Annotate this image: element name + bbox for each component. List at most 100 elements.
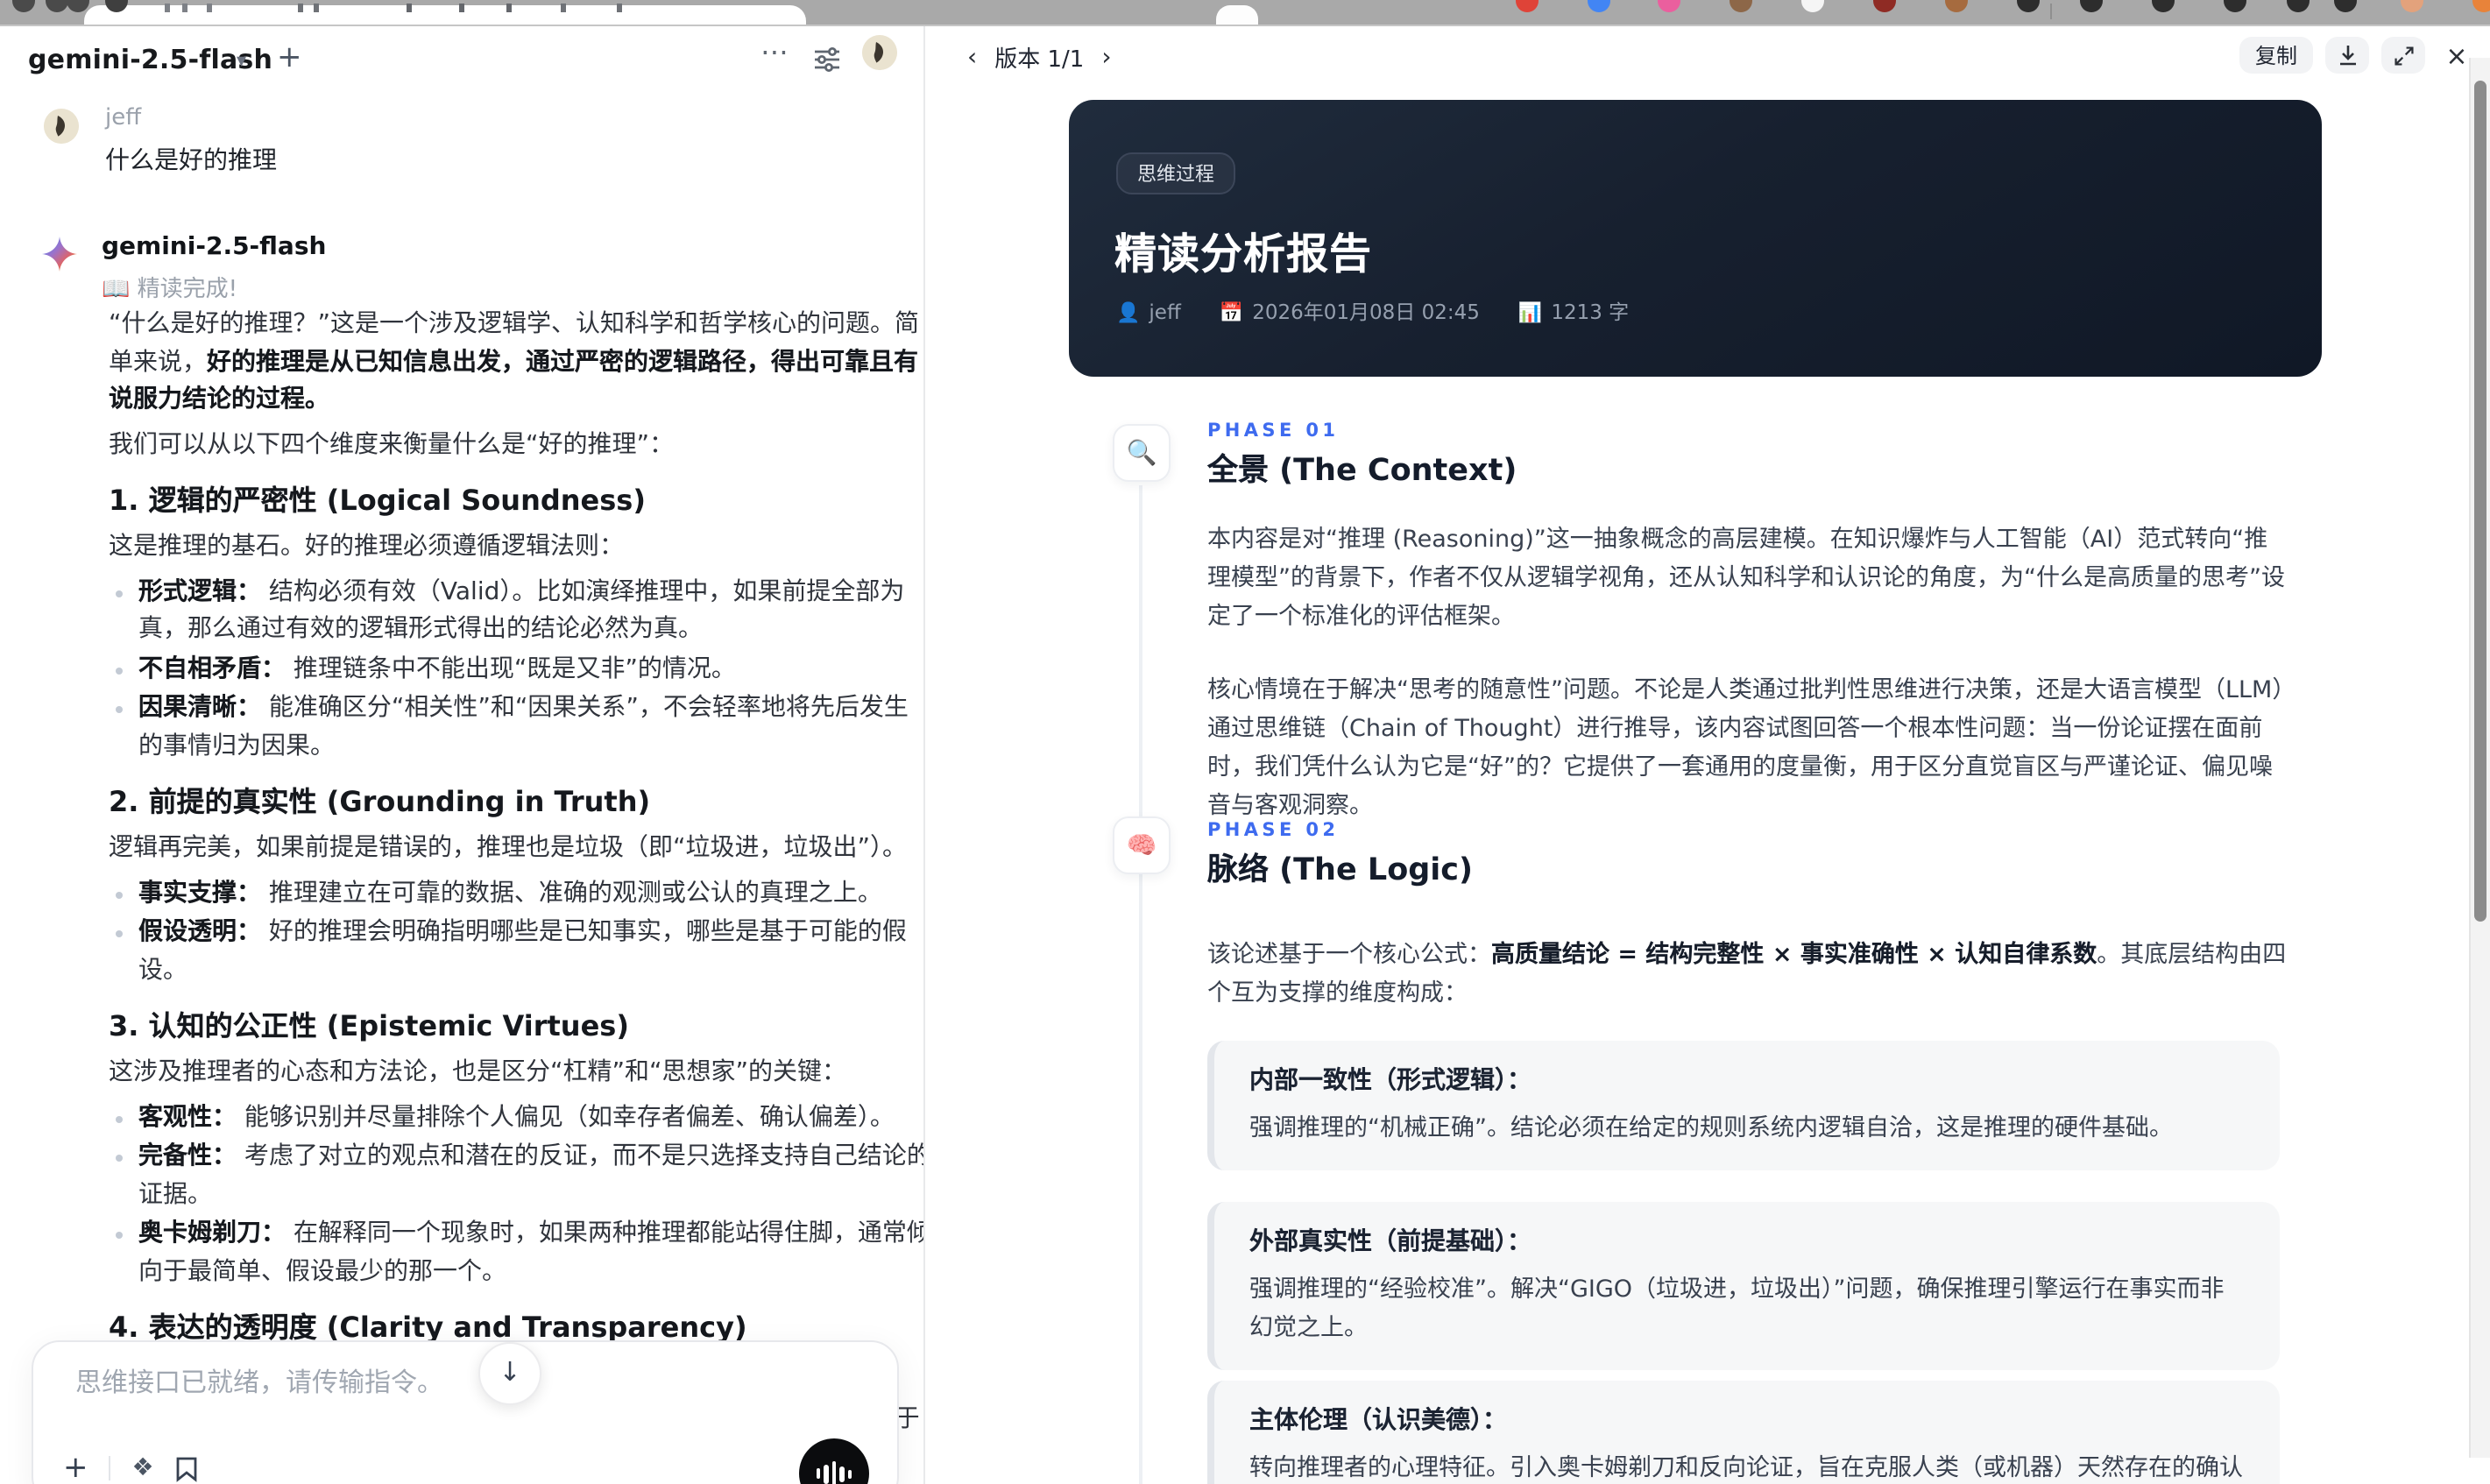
list-item: 事实支撑： 推理建立在可靠的数据、准确的观测或公认的真理之上。 bbox=[109, 875, 923, 913]
brain-icon: 🧠 bbox=[1113, 816, 1171, 874]
paragraph: 该论述基于一个核心公式：高质量结论 = 结构完整性 × 事实准确性 × 认知自律… bbox=[1207, 941, 2287, 1007]
report-meta: 👤 jeff 📅 2026年01月08日 02:45 📊 1213 字 bbox=[1116, 298, 1629, 326]
report-author: 👤 jeff bbox=[1116, 300, 1181, 324]
extension-icon[interactable] bbox=[1873, 0, 1896, 12]
extension-icon[interactable] bbox=[506, 4, 512, 12]
report-title: 精读分析报告 bbox=[1114, 230, 1372, 279]
user-avatar[interactable] bbox=[862, 35, 897, 70]
new-chat-button[interactable]: + bbox=[277, 40, 302, 75]
phase-02-title: 脉络 (The Logic) bbox=[1207, 853, 1474, 888]
expand-fullscreen-icon[interactable] bbox=[2381, 37, 2425, 74]
browser-active-tab[interactable] bbox=[84, 5, 806, 25]
extension-icon[interactable] bbox=[407, 4, 412, 12]
extension-icon[interactable] bbox=[12, 0, 35, 12]
download-icon[interactable] bbox=[2325, 37, 2369, 74]
extension-icon[interactable] bbox=[298, 4, 303, 12]
user-message-text: 什么是好的推理 bbox=[105, 147, 277, 175]
section-3-heading: 3. 认知的公正性 (Epistemic Virtues) bbox=[109, 1009, 629, 1042]
chat-panel: gemini-2.5-flash ▾ + ⋯ jeff 什么是好的推理 gemi… bbox=[0, 26, 923, 1484]
copy-button[interactable]: 复制 bbox=[2239, 37, 2313, 74]
app-window: gemini-2.5-flash ▾ + ⋯ jeff 什么是好的推理 gemi… bbox=[0, 0, 2490, 1484]
extension-icon[interactable] bbox=[2017, 0, 2040, 12]
composer-toolbar: + ❖ bbox=[63, 1453, 198, 1483]
extension-icon[interactable] bbox=[67, 0, 89, 12]
extension-icon[interactable] bbox=[561, 4, 566, 12]
extension-icon[interactable] bbox=[2401, 0, 2423, 12]
bookmark-icon[interactable] bbox=[175, 1455, 198, 1481]
extension-icon[interactable] bbox=[182, 4, 187, 12]
skills-icon[interactable]: ❖ bbox=[132, 1454, 154, 1482]
extension-icon[interactable] bbox=[1588, 0, 1610, 12]
assistant-status: 📖 精读完成! bbox=[102, 277, 238, 303]
list-item: 不自相矛盾： 推理链条中不能出现“既是又非”的情况。 bbox=[109, 651, 923, 689]
chat-scroll-area[interactable]: jeff 什么是好的推理 gemini-2.5-flash 📖 精读完成! “什… bbox=[0, 96, 923, 1484]
extension-icon[interactable] bbox=[2334, 0, 2357, 12]
list-item: 因果清晰： 能准确区分“相关性”和“因果关系”，不会轻率地将先后发生的事情归为因… bbox=[109, 690, 923, 766]
report-badge: 思维过程 bbox=[1116, 152, 1235, 194]
extension-icon[interactable] bbox=[46, 0, 68, 12]
section-1-heading: 1. 逻辑的严密性 (Logical Soundness) bbox=[109, 484, 646, 517]
calendar-icon: 📅 bbox=[1219, 301, 1244, 324]
section-2-list: 事实支撑： 推理建立在可靠的数据、准确的观测或公认的真理之上。 假设透明： 好的… bbox=[109, 875, 923, 990]
version-navigator: ‹ 版本 1/1 › bbox=[967, 40, 1112, 74]
extension-icon[interactable] bbox=[2152, 0, 2175, 12]
section-3-list: 客观性： 能够识别并尽量排除个人偏见（如幸存者偏差、确认偏差）。 完备性： 考虑… bbox=[109, 1099, 923, 1291]
dimension-card-external-truth: 外部真实性（前提基础）： 强调推理的“经验校准”。解决“GIGO（垃圾进，垃圾出… bbox=[1207, 1202, 2280, 1370]
settings-sliders-icon[interactable] bbox=[813, 46, 841, 74]
phase-02-body: 该论述基于一个核心公式：高质量结论 = 结构完整性 × 事实准确性 × 认知自律… bbox=[1207, 936, 2290, 1013]
more-options-button[interactable]: ⋯ bbox=[760, 35, 790, 68]
list-item: 奥卡姆剃刀： 在解释同一个现象时，如果两种推理都能站得住脚，通常倾向于最简单、假… bbox=[109, 1216, 923, 1291]
report-hero-card: 思维过程 精读分析报告 👤 jeff 📅 2026年01月08日 02:45 📊 12… bbox=[1069, 100, 2322, 377]
phase-01-kicker: PHASE 01 bbox=[1207, 420, 1340, 442]
extension-icon[interactable] bbox=[459, 4, 464, 12]
attach-plus-icon[interactable]: + bbox=[63, 1453, 88, 1483]
extension-icon[interactable] bbox=[2050, 4, 2052, 19]
version-label: 版本 1/1 bbox=[994, 47, 1085, 74]
browser-secondary-tab[interactable] bbox=[1216, 5, 1258, 25]
extension-icon[interactable] bbox=[617, 4, 622, 12]
artifact-header: ‹ 版本 1/1 › 复制 × bbox=[925, 26, 2490, 89]
paragraph: 核心情境在于解决“思考的随意性”问题。不论是人类通过批判性思维进行决策，还是大语… bbox=[1207, 676, 2284, 820]
magnifier-icon: 🔍 bbox=[1113, 424, 1171, 482]
assistant-message-header: gemini-2.5-flash 📖 精读完成! bbox=[0, 233, 923, 314]
extension-icon[interactable] bbox=[165, 4, 170, 12]
section-2-heading: 2. 前提的真实性 (Grounding in Truth) bbox=[109, 785, 651, 818]
scroll-to-bottom-button[interactable]: ↓ bbox=[478, 1342, 541, 1405]
phase-02-section: PHASE 02 脉络 (The Logic) 该论述基于一个核心公式：高质量结… bbox=[1207, 820, 2290, 1048]
window-scrollbar-thumb[interactable] bbox=[2474, 81, 2486, 922]
chevron-down-icon[interactable]: ▾ bbox=[237, 49, 246, 72]
person-icon: 👤 bbox=[1116, 301, 1141, 324]
section-1-intro: 这是推理的基石。好的推理必须遵循逻辑法则： bbox=[109, 533, 624, 561]
voice-input-button[interactable] bbox=[799, 1438, 869, 1484]
assistant-name: gemini-2.5-flash bbox=[102, 233, 327, 261]
user-name: jeff bbox=[105, 105, 142, 131]
artifact-panel: ‹ 版本 1/1 › 复制 × 思维过程 精读分析报告 👤 jeff 📅 202… bbox=[925, 26, 2490, 1484]
book-icon: 📖 bbox=[102, 277, 131, 303]
extension-icon[interactable] bbox=[1730, 0, 1752, 12]
list-item: 假设透明： 好的推理会明确指明哪些是已知事实，哪些是基于可能的假设。 bbox=[109, 915, 923, 990]
extension-icon[interactable] bbox=[1945, 0, 1968, 12]
phase-01-title: 全景 (The Context) bbox=[1207, 454, 1517, 489]
lead-line: 我们可以从以下四个维度来衡量什么是“好的推理”： bbox=[109, 430, 675, 458]
extension-icon[interactable] bbox=[1801, 0, 1824, 12]
extension-icon[interactable] bbox=[1658, 0, 1680, 12]
report-date: 📅 2026年01月08日 02:45 bbox=[1219, 300, 1480, 324]
extension-icon[interactable] bbox=[2080, 0, 2103, 12]
intro-paragraph: “什么是好的推理？”这是一个涉及逻辑学、认知科学和哲学核心的问题。简单来说，好的… bbox=[109, 310, 920, 413]
toolbar-divider bbox=[0, 25, 2490, 26]
extension-icon[interactable] bbox=[314, 4, 319, 12]
message-input[interactable] bbox=[72, 1365, 832, 1400]
phase-timeline bbox=[1139, 485, 1142, 1484]
dimension-card-agent-ethics: 主体伦理（认识美德）： 转向推理者的心理特征。引入奥卡姆剃刀和反向论证，旨在克服… bbox=[1207, 1381, 2280, 1484]
prev-version-button[interactable]: ‹ bbox=[967, 41, 977, 73]
extension-icon[interactable] bbox=[2287, 0, 2310, 12]
next-version-button[interactable]: › bbox=[1101, 41, 1111, 73]
bar-chart-icon: 📊 bbox=[1517, 301, 1543, 324]
extension-icon[interactable] bbox=[1516, 0, 1539, 12]
extension-icon[interactable] bbox=[2472, 0, 2490, 12]
extension-icon[interactable] bbox=[207, 4, 212, 12]
extension-icon[interactable] bbox=[2224, 0, 2246, 12]
phase-01-body: 本内容是对“推理 (Reasoning)”这一抽象概念的高层建模。在知识爆炸与人… bbox=[1207, 520, 2290, 825]
phase-02-kicker: PHASE 02 bbox=[1207, 820, 1340, 841]
dimension-card-internal-consistency: 内部一致性（形式逻辑）： 强调推理的“机械正确”。结论必须在给定的规则系统内逻辑… bbox=[1207, 1041, 2280, 1170]
